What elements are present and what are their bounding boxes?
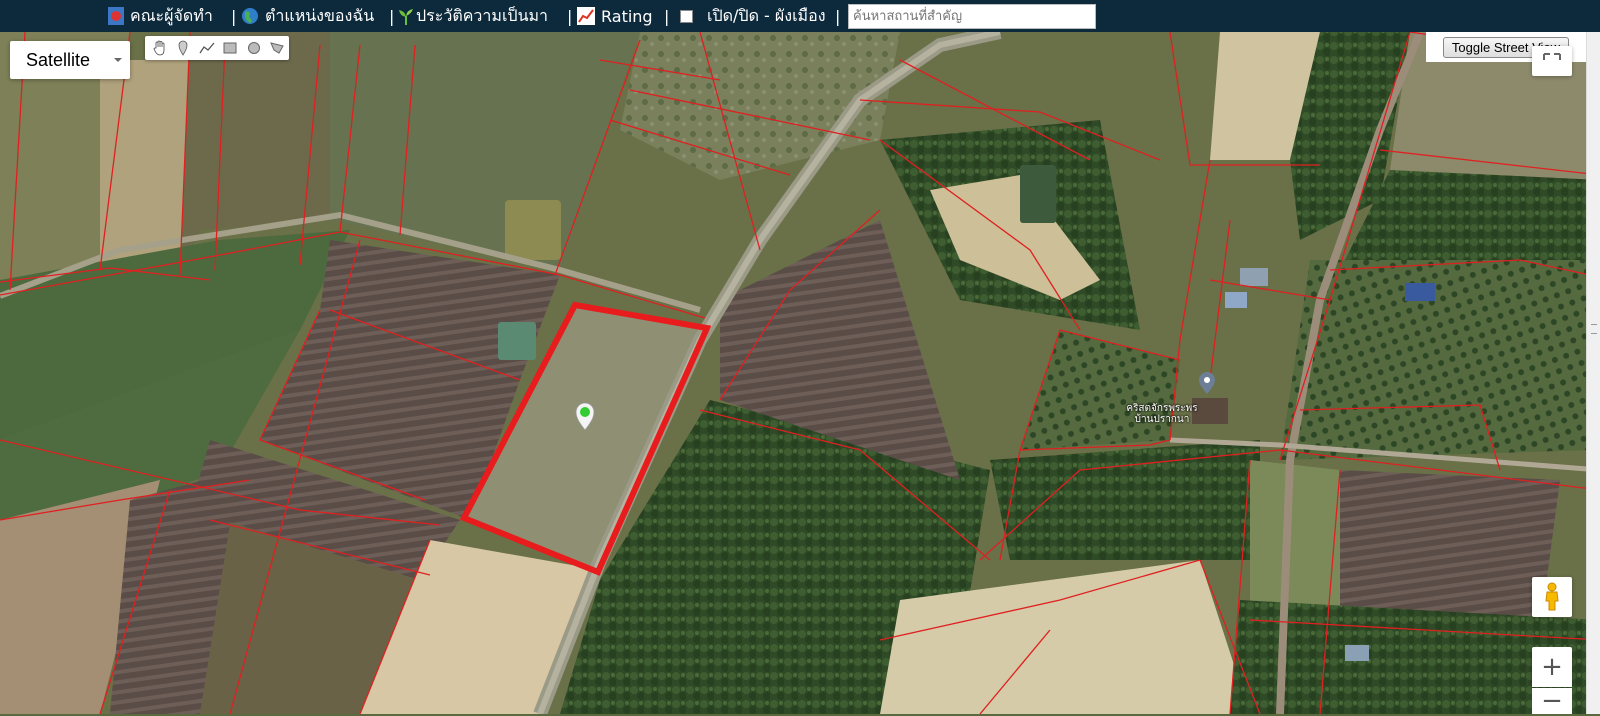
- nav-item-my-location-label: ตำแหน่งของฉัน: [265, 5, 375, 25]
- marker-icon[interactable]: [172, 37, 196, 59]
- nav-item-my-location[interactable]: ตำแหน่งของฉัน: [241, 4, 374, 28]
- zoom-in-button[interactable]: +: [1532, 647, 1572, 687]
- map-type-select[interactable]: Satellite: [10, 41, 130, 79]
- nav-item-rating[interactable]: Rating: [577, 4, 653, 28]
- poi-label[interactable]: คริสตจักรพระพรบ้านปรากนา: [1117, 403, 1207, 425]
- polyline-icon[interactable]: [195, 37, 219, 59]
- nav-separator: |: [231, 6, 237, 26]
- nav-item-city-plan-label: เปิด/ปิด - ผังเมือง: [707, 5, 826, 25]
- chevron-down-icon: [114, 58, 122, 62]
- fullscreen-button[interactable]: [1532, 46, 1572, 76]
- nav-item-team[interactable]: คณะผู้จัดทำ: [108, 4, 213, 28]
- nav-item-team-label: คณะผู้จัดทำ: [130, 5, 213, 25]
- nav-item-city-plan-toggle[interactable]: เปิด/ปิด - ผังเมือง: [680, 4, 826, 28]
- circle-icon[interactable]: [242, 37, 266, 59]
- top-navigation-bar: คณะผู้จัดทำ | ตำแหน่งของฉัน | ประวัติควา…: [0, 0, 1600, 32]
- team-icon: [108, 7, 124, 25]
- nav-item-history-label: ประวัติความเป็นมา: [416, 5, 549, 25]
- minus-icon: −: [1541, 686, 1563, 716]
- globe-icon: [242, 8, 258, 24]
- nav-item-history[interactable]: ประวัติความเป็นมา: [398, 4, 548, 28]
- plus-icon: +: [1541, 652, 1563, 682]
- nav-separator: |: [664, 6, 670, 26]
- nav-separator: |: [835, 6, 841, 26]
- nav-separator: |: [389, 6, 395, 26]
- hand-icon[interactable]: [148, 37, 172, 59]
- pegman-icon: [1545, 582, 1559, 611]
- rectangle-icon[interactable]: [219, 37, 243, 59]
- vertical-scrollbar[interactable]: [1586, 32, 1600, 714]
- zoom-out-button[interactable]: −: [1532, 688, 1572, 714]
- street-view-pegman[interactable]: [1532, 577, 1572, 617]
- nav-separator: |: [567, 6, 573, 26]
- fullscreen-icon: [1543, 53, 1561, 60]
- sprout-icon: [399, 9, 413, 25]
- landmark-search-input[interactable]: [848, 4, 1096, 29]
- map-imagery: [0, 32, 1600, 714]
- city-plan-checkbox[interactable]: [680, 9, 693, 23]
- scrollbar-grip[interactable]: [1591, 324, 1597, 334]
- drawing-toolbar: [145, 36, 289, 60]
- map-type-label: Satellite: [26, 49, 91, 70]
- nav-item-rating-label: Rating: [601, 6, 653, 26]
- chart-icon: [577, 7, 595, 25]
- polygon-icon[interactable]: [266, 37, 290, 59]
- satellite-map[interactable]: คริสตจักรพระพรบ้านปรากนา: [0, 32, 1600, 714]
